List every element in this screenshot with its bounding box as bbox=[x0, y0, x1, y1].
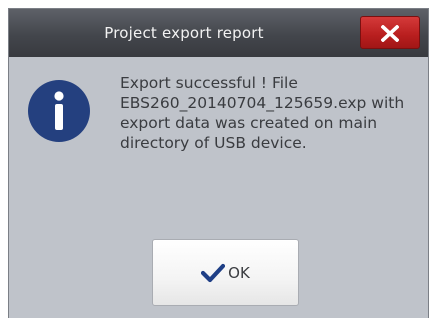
close-icon bbox=[381, 25, 399, 42]
message-line: Export successful ! File bbox=[120, 74, 298, 92]
ok-label: OK bbox=[228, 263, 250, 282]
message-line: directory of USB device. bbox=[120, 134, 307, 152]
checkmark-icon bbox=[201, 263, 226, 282]
dialog-titlebar: Project export report bbox=[9, 9, 428, 57]
ok-button-content: OK bbox=[153, 240, 298, 305]
close-button[interactable] bbox=[360, 16, 420, 49]
dialog-title: Project export report bbox=[104, 24, 264, 42]
info-icon bbox=[28, 80, 90, 142]
message-line: EBS260_20140704_125659.exp with bbox=[120, 94, 405, 112]
ok-button[interactable]: OK bbox=[152, 239, 299, 306]
export-report-dialog: Project export report Export successful … bbox=[8, 8, 429, 318]
message-line: export data was created on main bbox=[120, 114, 378, 132]
export-message: Export successful ! File EBS260_20140704… bbox=[120, 73, 425, 153]
